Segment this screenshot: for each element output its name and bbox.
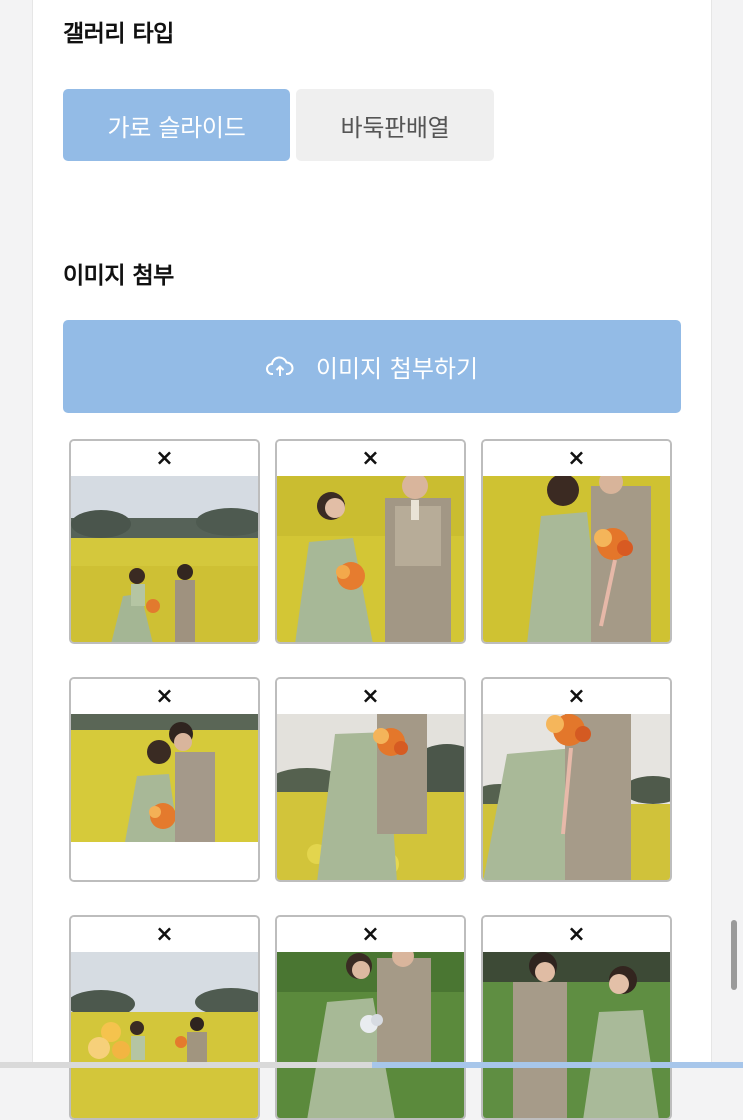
horizontal-slide-button[interactable]: 가로 슬라이드 [63,89,290,161]
thumbnail: × [69,439,260,644]
horizontal-scroll-indicator[interactable] [372,1062,743,1068]
wedding-photo [71,714,258,880]
wedding-photo [483,952,670,1118]
remove-image-button[interactable]: × [71,917,258,953]
thumbnail: × [275,677,466,882]
grid-layout-button[interactable]: 바둑판배열 [296,89,494,161]
thumbnail: × [69,677,260,882]
remove-image-button[interactable]: × [277,441,464,477]
wedding-photo [277,714,464,880]
thumbnail: × [275,439,466,644]
remove-image-button[interactable]: × [483,441,670,477]
thumbnail: × [275,915,466,1120]
remove-image-button[interactable]: × [277,679,464,715]
wedding-photo [483,714,670,880]
wedding-photo [277,476,464,642]
wedding-photo [277,952,464,1118]
remove-image-button[interactable]: × [71,679,258,715]
thumbnail: × [69,915,260,1120]
wedding-photo [483,476,670,642]
wedding-photo [71,952,258,1118]
wedding-photo [71,476,258,642]
thumbnail: × [481,439,672,644]
thumbnail: × [481,677,672,882]
remove-image-button[interactable]: × [483,917,670,953]
attach-image-button[interactable]: 이미지 첨부하기 [63,320,681,413]
image-attach-title: 이미지 첨부 [63,263,174,289]
gallery-type-title: 갤러리 타입 [63,21,174,47]
vertical-scrollbar[interactable] [731,920,737,990]
remove-image-button[interactable]: × [71,441,258,477]
remove-image-button[interactable]: × [277,917,464,953]
cloud-upload-icon [265,356,294,376]
thumbnail: × [481,915,672,1120]
editor-panel: 갤러리 타입 가로 슬라이드 바둑판배열 이미지 첨부 이미지 첨부하기 × ×… [32,0,712,1120]
attach-image-label: 이미지 첨부하기 [315,355,479,383]
remove-image-button[interactable]: × [483,679,670,715]
